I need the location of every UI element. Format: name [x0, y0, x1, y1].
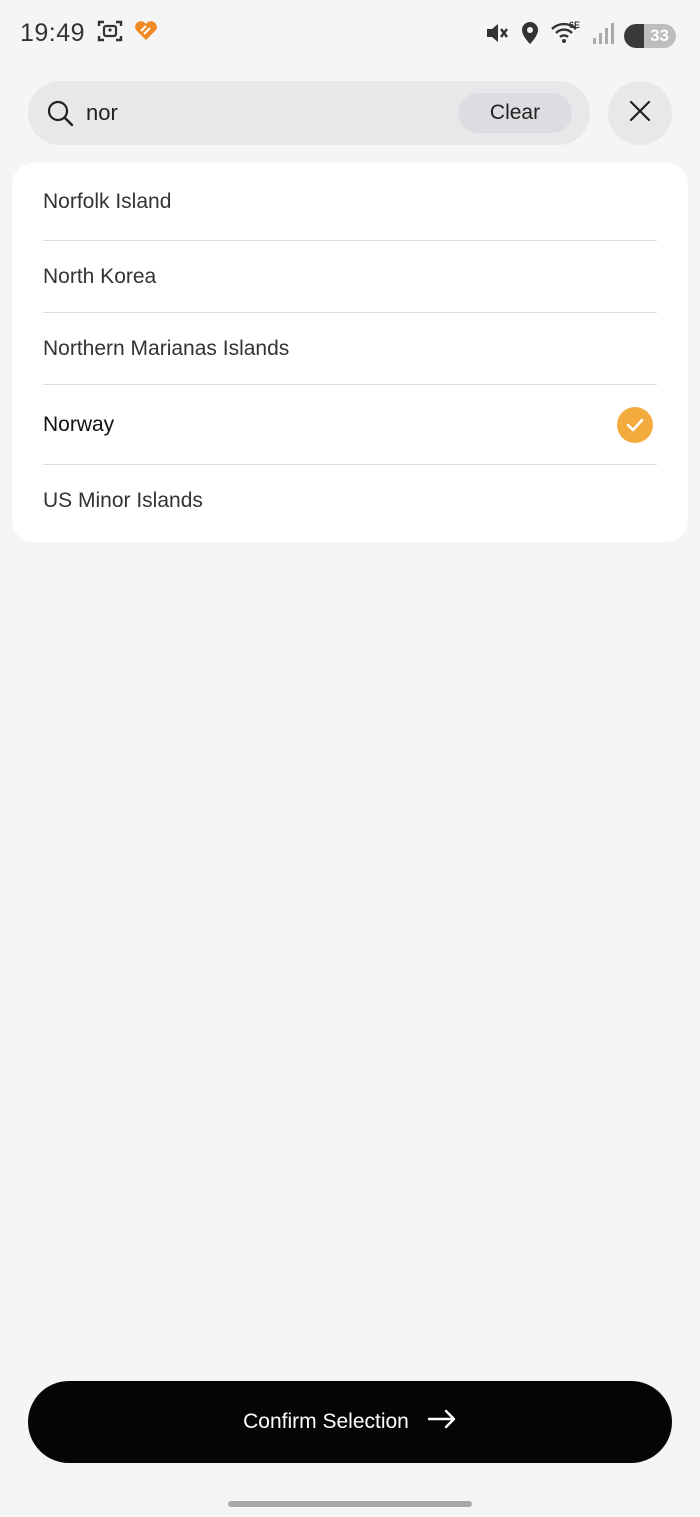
search-bar: Clear	[28, 81, 590, 145]
result-label: Norway	[43, 412, 115, 436]
status-time: 19:49	[20, 18, 86, 47]
result-label: US Minor Islands	[43, 489, 203, 512]
result-label: Northern Marianas Islands	[43, 336, 290, 360]
signal-icon	[592, 21, 614, 50]
app-heart-icon	[133, 19, 159, 48]
close-icon	[628, 99, 652, 128]
result-item-northern-marianas-islands[interactable]: Northern Marianas Islands	[43, 313, 657, 385]
battery-level: 33	[650, 25, 669, 45]
country-search-screen: 19:49 6E 33 nor Clear Norfolk Island Nor…	[0, 0, 700, 1517]
status-right-icons: 6E 33	[484, 20, 676, 51]
home-indicator[interactable]	[228, 1501, 472, 1507]
search-input[interactable]	[86, 93, 426, 133]
search-results-list: Norfolk Island North Korea Northern Mari…	[12, 163, 688, 542]
result-item-us-minor-islands[interactable]: US Minor Islands	[43, 465, 657, 537]
result-item-norfolk-island[interactable]: Norfolk Island	[43, 163, 657, 241]
selected-check-icon	[617, 406, 653, 443]
arrow-right-icon	[427, 1409, 457, 1435]
result-item-norway[interactable]: Norway	[43, 385, 657, 465]
mute-icon	[484, 20, 510, 51]
status-bar: 19:49 6E 33	[0, 0, 700, 66]
result-item-north-korea[interactable]: North Korea	[43, 241, 657, 313]
result-label: Norfolk Island	[43, 189, 172, 213]
screenshot-icon	[97, 19, 123, 48]
result-label: North Korea	[43, 264, 157, 288]
wifi-6e-icon: 6E	[550, 20, 582, 51]
confirm-selection-button[interactable]: Confirm Selection	[28, 1381, 672, 1463]
location-icon	[520, 20, 540, 51]
status-left-icons	[97, 19, 159, 48]
clear-button[interactable]: Clear	[458, 93, 572, 133]
wifi-label: 6E	[569, 20, 580, 30]
close-button[interactable]	[608, 81, 672, 145]
confirm-label: Confirm Selection	[243, 1410, 409, 1433]
search-icon	[46, 99, 74, 127]
battery-icon: 33	[624, 23, 676, 48]
